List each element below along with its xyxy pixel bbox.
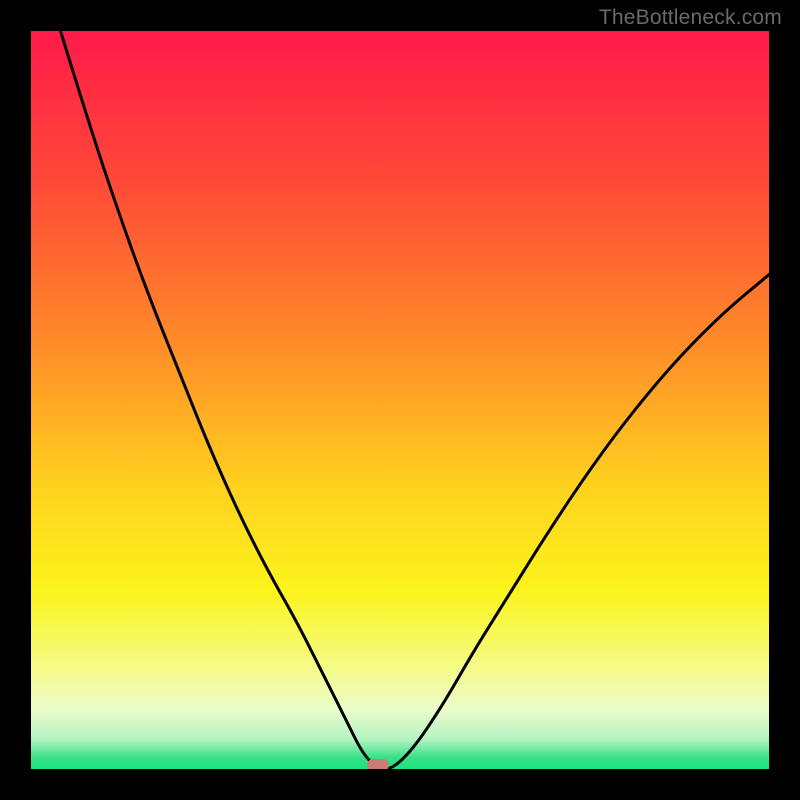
chart-frame: TheBottleneck.com [0,0,800,800]
watermark-text: TheBottleneck.com [599,6,782,30]
plot-area [31,31,769,769]
optimal-marker [367,759,389,769]
bottleneck-curve [31,31,769,769]
